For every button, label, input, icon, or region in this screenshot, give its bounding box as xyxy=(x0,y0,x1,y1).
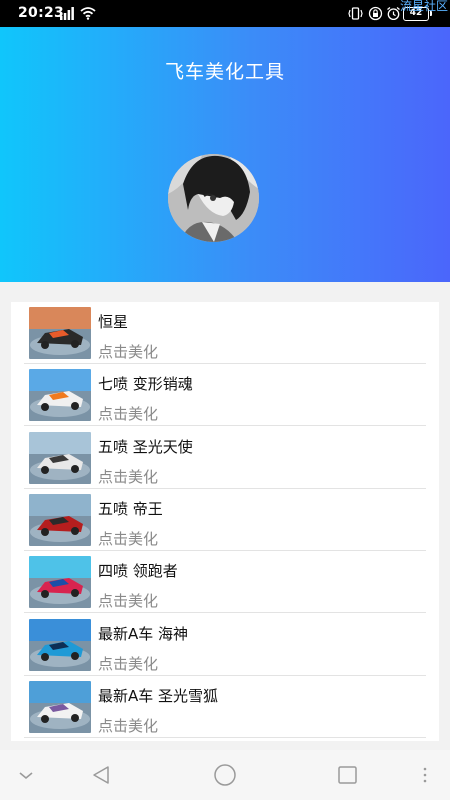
lock-rotation-icon xyxy=(368,6,383,21)
car-thumbnail xyxy=(29,618,91,671)
watermark: 流星社区 xyxy=(399,0,448,13)
item-action-label[interactable]: 点击美化 xyxy=(98,590,158,611)
list-item[interactable]: 七喷 变形销魂 点击美化 xyxy=(24,364,426,427)
avatar-portrait-image xyxy=(168,154,259,242)
more-icon[interactable] xyxy=(413,764,437,786)
item-action-label[interactable]: 点击美化 xyxy=(98,403,158,424)
signal-icon xyxy=(60,7,74,20)
vibrate-icon xyxy=(348,7,363,20)
item-title: 五喷 圣光天使 xyxy=(98,437,193,456)
chevron-down-icon[interactable] xyxy=(14,764,38,786)
item-action-label[interactable]: 点击美化 xyxy=(98,528,158,549)
car-thumbnail xyxy=(29,493,91,546)
wifi-icon xyxy=(80,7,96,20)
status-bar: 20:23 42 流星社区 xyxy=(0,0,450,27)
page-title: 飞车美化工具 xyxy=(164,61,285,83)
system-nav-bar xyxy=(0,750,450,800)
back-icon[interactable] xyxy=(90,764,114,786)
item-title: 七喷 变形销魂 xyxy=(98,375,193,394)
avatar[interactable] xyxy=(168,154,259,242)
item-action-label[interactable]: 点击美化 xyxy=(98,466,158,487)
item-title: 五喷 帝王 xyxy=(98,499,163,518)
car-thumbnail xyxy=(29,431,91,484)
list-item[interactable]: 恒星 点击美化 xyxy=(24,302,426,364)
item-title: 恒星 xyxy=(98,313,129,331)
list-item[interactable]: 五喷 圣光天使 点击美化 xyxy=(24,427,426,489)
list-item[interactable]: 五喷 帝王 点击美化 xyxy=(24,489,426,551)
status-time: 20:23 xyxy=(18,5,65,21)
item-action-label[interactable]: 点击美化 xyxy=(98,341,158,362)
car-list: 恒星 点击美化 七喷 变形销魂 点击美化 五喷 圣光天使 点击美化 五喷 帝王 点击美化 四喷 … xyxy=(11,302,439,741)
list-item[interactable]: 四喷 领跑者 点击美化 xyxy=(24,551,426,614)
list-item[interactable]: 最新A车 海神 点击美化 xyxy=(24,614,426,676)
list-item[interactable]: 最新A车 圣光雪狐 点击美化 xyxy=(24,676,426,738)
recent-apps-icon[interactable] xyxy=(336,764,360,786)
car-thumbnail xyxy=(29,369,91,422)
home-icon[interactable] xyxy=(213,764,237,786)
item-action-label[interactable]: 点击美化 xyxy=(98,715,158,736)
car-thumbnail xyxy=(29,307,91,359)
item-action-label[interactable]: 点击美化 xyxy=(98,653,158,674)
car-thumbnail xyxy=(29,556,91,609)
car-thumbnail xyxy=(29,680,91,733)
header-banner: 飞车美化工具 xyxy=(0,27,450,282)
item-title: 四喷 领跑者 xyxy=(98,562,178,581)
item-title: 最新A车 海神 xyxy=(98,624,189,643)
alarm-icon xyxy=(387,6,400,21)
item-title: 最新A车 圣光雪狐 xyxy=(98,686,219,705)
